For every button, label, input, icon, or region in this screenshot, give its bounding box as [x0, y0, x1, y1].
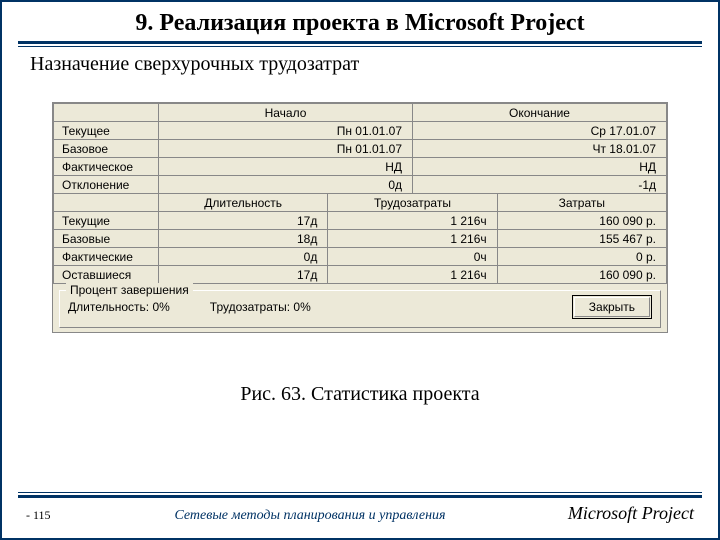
- col-cost: Затраты: [497, 194, 666, 212]
- dates-table: Начало Окончание Текущее Пн 01.01.07 Ср …: [53, 103, 667, 194]
- footer-center: Сетевые методы планирования и управления: [106, 508, 514, 524]
- close-button[interactable]: Закрыть: [574, 297, 650, 317]
- col-work: Трудозатраты: [328, 194, 497, 212]
- table-row: Отклонение 0д -1д: [54, 176, 667, 194]
- slide-title: 9. Реализация проекта в Microsoft Projec…: [2, 2, 718, 41]
- table-row: Фактическое НД НД: [54, 158, 667, 176]
- page-number: - 115: [26, 508, 106, 523]
- footer-right: Microsoft Project: [514, 503, 694, 524]
- statistics-panel: Начало Окончание Текущее Пн 01.01.07 Ср …: [52, 102, 668, 333]
- values-table: Длительность Трудозатраты Затраты Текущи…: [53, 193, 667, 284]
- col-start: Начало: [159, 104, 413, 122]
- table-row: Базовое Пн 01.01.07 Чт 18.01.07: [54, 140, 667, 158]
- table-row: Текущие 17д 1 216ч 160 090 р.: [54, 212, 667, 230]
- table-row: Фактические 0д 0ч 0 р.: [54, 248, 667, 266]
- percent-legend: Процент завершения: [66, 283, 193, 297]
- table-row: Оставшиеся 17д 1 216ч 160 090 р.: [54, 266, 667, 284]
- figure-caption: Рис. 63. Статистика проекта: [2, 383, 718, 406]
- percent-duration: Длительность: 0%: [68, 300, 170, 314]
- col-end: Окончание: [413, 104, 667, 122]
- table-row: Базовые 18д 1 216ч 155 467 р.: [54, 230, 667, 248]
- percent-work: Трудозатраты: 0%: [210, 300, 311, 314]
- percent-complete-group: Процент завершения Длительность: 0% Труд…: [59, 290, 661, 328]
- table-row: Текущее Пн 01.01.07 Ср 17.01.07: [54, 122, 667, 140]
- slide-subtitle: Назначение сверхурочных трудозатрат: [2, 47, 718, 76]
- col-duration: Длительность: [159, 194, 328, 212]
